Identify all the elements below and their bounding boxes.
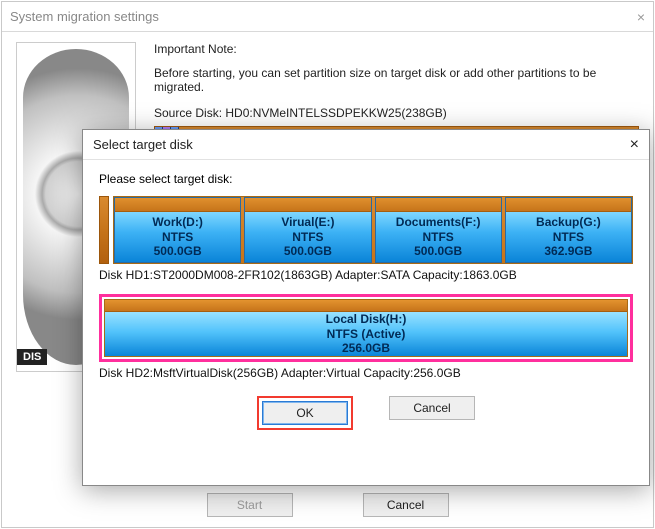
ok-button[interactable]: OK <box>262 401 348 425</box>
partition[interactable]: Work(D:) NTFS 500.0GB <box>114 197 241 263</box>
partition-size: 500.0GB <box>154 244 202 258</box>
select-target-disk-dialog: Select target disk × Please select targe… <box>82 129 650 486</box>
dialog-title: Select target disk <box>93 137 193 152</box>
main-titlebar: System migration settings × <box>2 2 653 32</box>
important-note-title: Important Note: <box>154 42 639 56</box>
ok-button-highlight: OK <box>257 396 353 430</box>
partition[interactable]: Backup(G:) NTFS 362.9GB <box>505 197 632 263</box>
important-note-text: Before starting, you can set partition s… <box>154 66 639 94</box>
dialog-prompt: Please select target disk: <box>99 172 633 186</box>
partition-fs: NTFS <box>553 230 584 244</box>
partition[interactable]: Virual(E:) NTFS 500.0GB <box>244 197 371 263</box>
partition-size: 500.0GB <box>414 244 462 258</box>
partition-fs: NTFS <box>292 230 323 244</box>
disk-row[interactable]: Work(D:) NTFS 500.0GB Virual(E:) NTFS 50… <box>99 196 633 264</box>
dialog-cancel-button[interactable]: Cancel <box>389 396 475 420</box>
partition-fs: NTFS (Active) <box>327 327 406 341</box>
partition-fs: NTFS <box>422 230 453 244</box>
close-icon[interactable]: × <box>637 9 645 25</box>
dialog-titlebar: Select target disk × <box>83 130 649 160</box>
main-title: System migration settings <box>10 9 159 24</box>
disk-header-strip <box>99 196 109 264</box>
partition-size: 362.9GB <box>544 244 592 258</box>
start-button[interactable]: Start <box>207 493 293 517</box>
disk-info: Disk HD2:MsftVirtualDisk(256GB) Adapter:… <box>99 366 633 380</box>
hdd-label: DIS <box>17 349 47 365</box>
disk-row-selected[interactable]: Local Disk(H:) NTFS (Active) 256.0GB <box>99 294 633 362</box>
partition-name: Work(D:) <box>152 215 202 229</box>
disk-partitions: Work(D:) NTFS 500.0GB Virual(E:) NTFS 50… <box>113 196 633 264</box>
close-icon[interactable]: × <box>630 136 639 154</box>
disk-partitions: Local Disk(H:) NTFS (Active) 256.0GB <box>104 299 628 357</box>
partition-fs: NTFS <box>162 230 193 244</box>
partition-name: Backup(G:) <box>536 215 601 229</box>
partition-name: Virual(E:) <box>281 215 334 229</box>
partition-name: Documents(F:) <box>396 215 481 229</box>
source-disk-label: Source Disk: HD0:NVMeINTELSSDPEKKW25(238… <box>154 106 639 120</box>
partition-size: 500.0GB <box>284 244 332 258</box>
disk-info: Disk HD1:ST2000DM008-2FR102(1863GB) Adap… <box>99 268 633 282</box>
partition-name: Local Disk(H:) <box>326 312 407 326</box>
partition[interactable]: Documents(F:) NTFS 500.0GB <box>375 197 502 263</box>
partition-size: 256.0GB <box>342 341 390 355</box>
main-cancel-button[interactable]: Cancel <box>363 493 449 517</box>
